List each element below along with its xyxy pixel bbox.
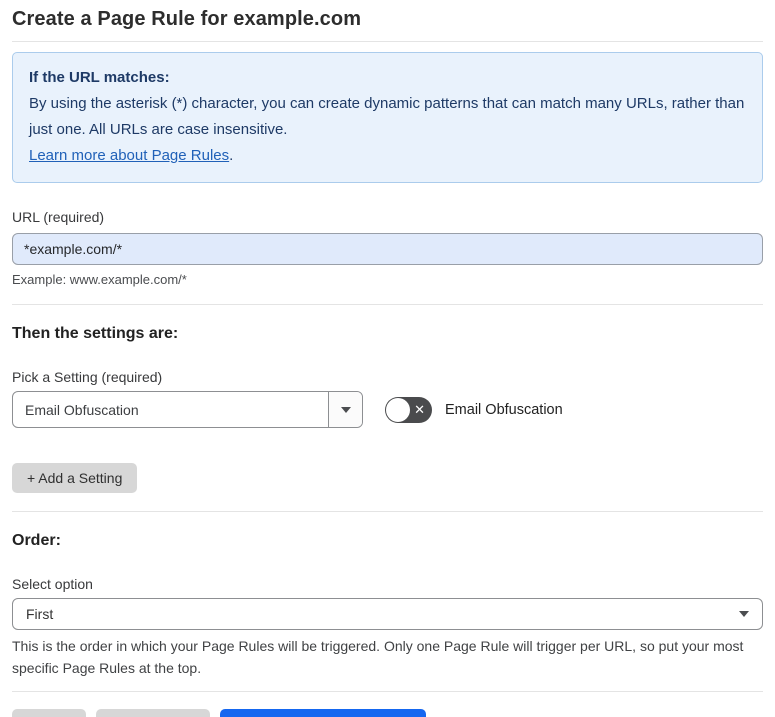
setting-dropdown-arrow-button[interactable] bbox=[328, 392, 362, 427]
add-setting-button[interactable]: + Add a Setting bbox=[12, 463, 138, 493]
url-example-helper: Example: www.example.com/* bbox=[12, 272, 187, 287]
toggle-knob bbox=[386, 397, 410, 422]
url-field-label: URL (required) bbox=[12, 209, 105, 225]
order-select[interactable]: First bbox=[12, 598, 763, 630]
setting-picker-row: Email Obfuscation ✕ Email Obfuscation bbox=[12, 391, 763, 428]
create-page-rule-form: Create a Page Rule for example.com If th… bbox=[0, 0, 775, 717]
chevron-down-icon bbox=[340, 406, 351, 413]
info-box-body: By using the asterisk (*) character, you… bbox=[29, 95, 745, 138]
learn-more-link[interactable]: Learn more about Page Rules bbox=[29, 147, 229, 164]
order-select-label: Select option bbox=[12, 576, 93, 592]
info-box-heading: If the URL matches: bbox=[29, 69, 170, 86]
settings-section-heading: Then the settings are: bbox=[12, 325, 179, 342]
footer-divider bbox=[12, 691, 763, 692]
info-box-link-line: Learn more about Page Rules. bbox=[29, 143, 746, 169]
email-obfuscation-toggle[interactable]: ✕ bbox=[385, 396, 432, 423]
order-section-heading: Order: bbox=[12, 532, 61, 549]
link-period: . bbox=[229, 147, 234, 164]
url-input[interactable] bbox=[12, 233, 763, 265]
section-divider-url bbox=[12, 304, 763, 305]
title-divider bbox=[12, 41, 763, 42]
setting-picker-label: Pick a Setting (required) bbox=[12, 369, 163, 385]
toggle-label: Email Obfuscation bbox=[445, 401, 563, 418]
section-divider-settings bbox=[12, 511, 763, 512]
setting-dropdown[interactable]: Email Obfuscation bbox=[12, 391, 363, 428]
order-helper-text: This is the order in which your Page Rul… bbox=[12, 638, 744, 676]
save-and-deploy-button[interactable]: Save and Deploy Page Rule bbox=[220, 709, 427, 717]
chevron-down-icon bbox=[739, 611, 749, 617]
url-match-info-box: If the URL matches: By using the asteris… bbox=[12, 52, 763, 183]
save-as-draft-button[interactable]: Save as Draft bbox=[95, 709, 211, 717]
footer-actions: Cancel Save as Draft Save and Deploy Pag… bbox=[12, 709, 763, 717]
order-select-value: First bbox=[26, 606, 54, 622]
setting-dropdown-value: Email Obfuscation bbox=[25, 401, 139, 418]
cancel-button[interactable]: Cancel bbox=[12, 709, 86, 717]
toggle-off-x-icon: ✕ bbox=[414, 402, 425, 417]
page-title: Create a Page Rule for example.com bbox=[12, 8, 362, 30]
